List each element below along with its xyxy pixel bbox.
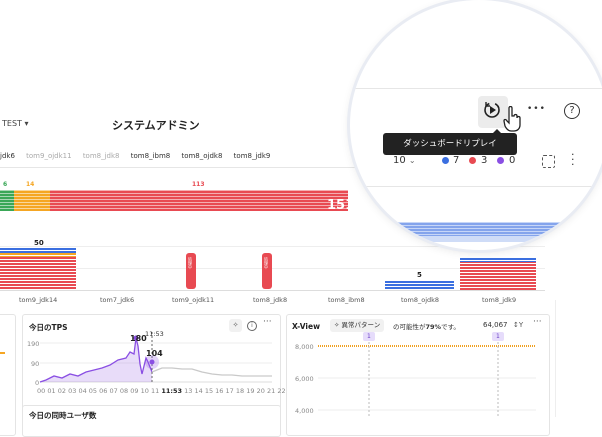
active-total: 151	[327, 198, 355, 213]
agent-tab[interactable]: jdk6	[0, 152, 15, 160]
heatmap-strip	[350, 222, 602, 236]
xview-chart[interactable]	[286, 314, 548, 418]
pill-label: 処理中	[264, 257, 269, 269]
count-select[interactable]: 10 ⌄	[393, 155, 416, 166]
vertical-more-icon[interactable]: · · ·	[571, 149, 575, 170]
segment-label-slow: 14	[26, 181, 35, 188]
column-name: tom8_jdk9	[482, 296, 517, 304]
partial-line	[0, 352, 5, 354]
replay-tooltip: ダッシュボードリプレイ	[383, 129, 517, 155]
pill-label: 処理中	[188, 257, 193, 269]
agent-tabs: jdk6 tom9_ojdk11 tom8_jdk8 tom8_ibm8 tom…	[0, 152, 279, 160]
segment-very-slow	[50, 190, 348, 211]
concurrent-users-title: 今日の同時ユーザ数	[29, 411, 97, 420]
processing-pill[interactable]: 処理中	[262, 253, 272, 289]
legend-value: 0	[509, 155, 516, 166]
divider	[0, 167, 360, 168]
more-options-icon[interactable]: •••	[527, 104, 546, 114]
count-value: 10	[393, 155, 406, 166]
legend-dot-blue	[442, 157, 449, 164]
legend-value: 3	[481, 155, 488, 166]
concurrent-users-panel: 今日の同時ユーザ数	[22, 405, 281, 437]
agent-tab[interactable]: tom9_ojdk11	[26, 152, 71, 160]
column-count: 5	[417, 271, 422, 279]
breadcrumb-label: TEST	[2, 119, 22, 128]
legend-value: 7	[453, 155, 460, 166]
column-bar-tom9-jdk14[interactable]	[0, 248, 76, 290]
column-count: 50	[34, 239, 44, 247]
column-bar-tom8-jdk9[interactable]	[460, 258, 536, 290]
chevron-down-icon: ⌄	[408, 156, 416, 165]
column-name: tom9_jdk14	[19, 296, 58, 304]
tps-x-axis: 00 01 02 03 04 05 06 07 08 09 10 11 11:5…	[37, 387, 306, 395]
divider	[555, 300, 556, 417]
xview-marker: 1	[367, 333, 371, 340]
page-title: システムアドミン	[112, 119, 200, 132]
breadcrumb[interactable]: TEST ▾	[2, 119, 28, 128]
segment-normal	[0, 190, 14, 211]
tps-current-label: 104	[146, 349, 163, 358]
column-name: tom8_jdk8	[253, 296, 288, 304]
segment-slow	[14, 190, 50, 211]
hand-cursor-icon	[503, 106, 521, 132]
agent-tab[interactable]: tom8_jdk9	[234, 152, 271, 160]
column-name: tom9_ojdk11	[172, 296, 215, 304]
agent-tab[interactable]: tom8_ojdk8	[181, 152, 222, 160]
agent-tab[interactable]: tom8_jdk8	[83, 152, 120, 160]
column-bar-tom8-ojdk8[interactable]	[385, 281, 454, 290]
column-name: tom8_ibm8	[328, 296, 365, 304]
segment-label-normal: 6	[3, 181, 8, 188]
agent-tab[interactable]: tom8_ibm8	[131, 152, 170, 160]
select-area-icon[interactable]	[542, 155, 555, 168]
panel-partial	[0, 314, 16, 436]
tps-marker-time: 11:53	[145, 330, 164, 338]
segment-label-very-slow: 113	[192, 181, 205, 188]
legend-dot-red	[469, 157, 476, 164]
help-icon[interactable]: ?	[564, 103, 580, 119]
processing-pill[interactable]: 処理中	[186, 253, 196, 289]
column-name: tom7_jdk6	[100, 296, 135, 304]
baseline	[0, 290, 545, 291]
column-name: tom8_ojdk8	[401, 296, 440, 304]
heatmap-strip-light	[350, 236, 602, 242]
chevron-down-icon: ▾	[24, 119, 29, 128]
magnifier-lens: ••• ? 10 ⌄ 7 3 0 · · ·	[350, 0, 602, 250]
xview-marker: 1	[496, 333, 500, 340]
legend-dot-purple	[497, 157, 504, 164]
